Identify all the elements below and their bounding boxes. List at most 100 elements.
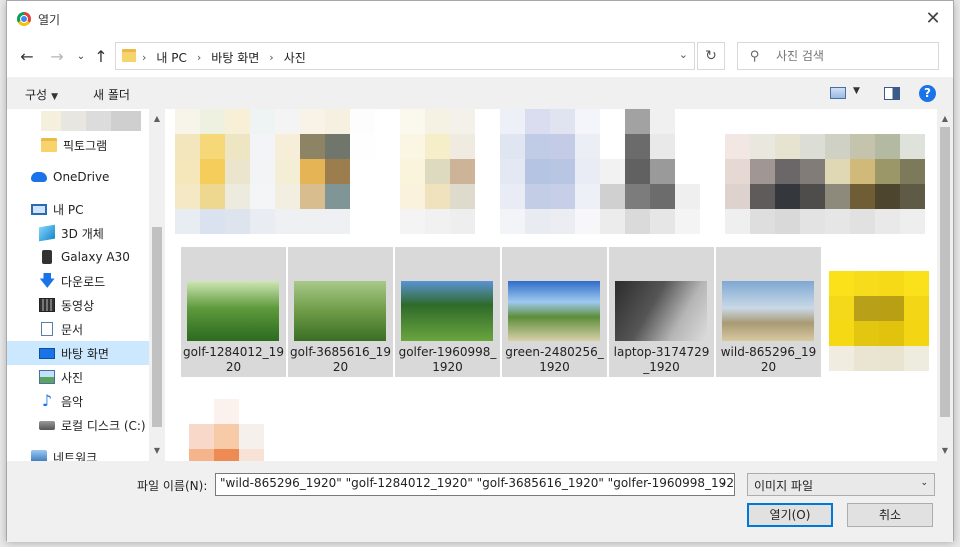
sidebar-item-documents[interactable]: 문서 (7, 317, 149, 341)
sidebar-item-network[interactable]: 네트워크 (7, 445, 149, 461)
breadcrumb: › 내 PC › 바탕 화면 › 사진 (142, 49, 306, 66)
sidebar-item-videos[interactable]: 동영상 (7, 293, 149, 317)
file-name: green-2480256_1920 (505, 345, 604, 374)
scroll-down-icon[interactable]: ▼ (937, 443, 953, 459)
open-button[interactable]: 열기(O) (747, 503, 833, 527)
filetype-select[interactable]: 이미지 파일 ⌄ (747, 473, 935, 496)
chevron-right-icon: › (269, 51, 274, 64)
organize-button[interactable]: 구성 ▼ (25, 86, 58, 103)
filename-label: 파일 이름(N): (137, 479, 208, 493)
sidebar-scrollbar[interactable]: ▲ ▼ (149, 109, 165, 461)
view-mode-icon[interactable] (830, 87, 846, 99)
chevron-right-icon: › (142, 51, 147, 64)
sidebar-item-label: 다운로드 (61, 274, 106, 289)
help-icon[interactable]: ? (919, 85, 936, 102)
sidebar-item-label: 사진 (61, 370, 84, 385)
file-name: golf-1284012_1920 (183, 345, 284, 374)
cloud-icon (31, 172, 47, 182)
sidebar-item-pictures[interactable]: 사진 (7, 365, 149, 389)
organize-label: 구성 (25, 88, 48, 102)
file-thumbnail (615, 281, 707, 341)
breadcrumb-desktop[interactable]: 바탕 화면 (211, 49, 259, 66)
caret-down-icon: ▼ (51, 92, 59, 102)
blurred-thumbnail[interactable] (600, 109, 700, 234)
sidebar-item-my-pc[interactable]: 내 PC (7, 197, 149, 221)
file-item[interactable]: laptop-3174729_1920 (609, 247, 714, 377)
search-box[interactable]: ⚲ (737, 42, 939, 70)
caret-down-icon[interactable]: ▼ (853, 86, 860, 96)
chevron-down-icon[interactable]: ⌄ (679, 48, 688, 61)
chevron-right-icon: › (196, 51, 202, 64)
sidebar-item-label: 음악 (61, 394, 84, 409)
sidebar-item-label: 내 PC (53, 202, 84, 217)
preview-pane-icon[interactable] (884, 87, 900, 100)
sidebar-item-desktop[interactable]: 바탕 화면 (7, 341, 149, 365)
blurred-thumbnail[interactable] (175, 109, 375, 234)
close-icon[interactable]: ✕ (921, 7, 945, 31)
forward-arrow-icon[interactable]: → (47, 47, 67, 67)
address-bar[interactable]: › 내 PC › 바탕 화면 › 사진 ⌄ (115, 42, 695, 70)
picture-icon (39, 370, 55, 384)
blurred-thumbnail[interactable] (829, 271, 929, 371)
cancel-button[interactable]: 취소 (847, 503, 933, 527)
file-name: golfer-1960998_1920 (398, 345, 497, 374)
sidebar-item-label: Galaxy A30 (61, 250, 130, 264)
sidebar-item-onedrive[interactable]: OneDrive (7, 165, 149, 189)
refresh-button[interactable]: ↻ (697, 42, 725, 70)
breadcrumb-my-pc[interactable]: 내 PC (156, 49, 186, 66)
cube-icon (39, 224, 55, 242)
folder-icon (122, 49, 136, 62)
blurred-thumbnail[interactable] (400, 109, 500, 234)
scroll-thumb[interactable] (152, 227, 162, 427)
window-title: 열기 (38, 13, 61, 27)
filetype-value: 이미지 파일 (754, 479, 814, 493)
file-thumbnail (294, 281, 386, 341)
search-icon: ⚲ (750, 49, 760, 64)
back-arrow-icon[interactable]: ← (17, 47, 37, 67)
chrome-icon (17, 12, 31, 26)
up-arrow-icon[interactable]: ↑ (91, 47, 111, 67)
breadcrumb-pictures[interactable]: 사진 (284, 49, 306, 66)
navigation-pane: 픽토그램 OneDrive 내 PC 3D 개체 Galaxy A30 🡇 다운… (7, 109, 149, 461)
file-item[interactable]: golf-1284012_1920 (181, 247, 286, 377)
sidebar-item-partial[interactable] (7, 109, 149, 133)
content-scrollbar[interactable]: ▲ ▼ (937, 109, 953, 461)
blurred-thumbnail[interactable] (189, 399, 289, 461)
scroll-down-icon[interactable]: ▼ (149, 443, 165, 459)
scroll-up-icon[interactable]: ▲ (149, 111, 165, 127)
new-folder-button[interactable]: 새 폴더 (93, 86, 130, 103)
file-item[interactable]: green-2480256_1920 (502, 247, 607, 377)
file-item[interactable]: wild-865296_1920 (716, 247, 821, 377)
file-thumbnail (187, 281, 279, 341)
command-toolbar: 구성 ▼ 새 폴더 ▼ ? (7, 77, 953, 109)
sidebar-item-pictograms[interactable]: 픽토그램 (7, 133, 149, 157)
sidebar-item-music[interactable]: ♪ 음악 (7, 389, 149, 413)
sidebar-item-3d-objects[interactable]: 3D 개체 (7, 221, 149, 245)
search-input[interactable] (776, 48, 926, 64)
navigation-bar: ← → ⌄ ↑ › 내 PC › 바탕 화면 › 사진 ⌄ ↻ ⚲ (7, 37, 953, 77)
network-icon (31, 450, 47, 461)
sidebar-item-galaxy[interactable]: Galaxy A30 (7, 245, 149, 269)
blurred-thumbnail[interactable] (500, 109, 600, 234)
sidebar-item-local-disk[interactable]: 로컬 디스크 (C:) (7, 413, 149, 437)
phone-icon (42, 250, 52, 264)
sidebar-item-label: 로컬 디스크 (C:) (61, 418, 146, 433)
music-icon: ♪ (41, 391, 53, 410)
file-item[interactable]: golf-3685616_1920 (288, 247, 393, 377)
recent-dropdown-icon[interactable]: ⌄ (71, 47, 91, 67)
file-thumbnail (722, 281, 814, 341)
blurred-thumbnail[interactable] (725, 134, 925, 234)
sidebar-item-label: 바탕 화면 (61, 346, 109, 361)
file-name: wild-865296_1920 (720, 345, 817, 374)
scroll-up-icon[interactable]: ▲ (937, 111, 953, 127)
scroll-thumb[interactable] (940, 127, 950, 417)
film-icon (39, 298, 55, 312)
file-item[interactable]: golfer-1960998_1920 (395, 247, 500, 377)
chevron-down-icon[interactable]: ⌄ (719, 478, 727, 488)
filename-input[interactable]: "wild-865296_1920" "golf-1284012_1920" "… (215, 473, 735, 496)
sidebar-item-downloads[interactable]: 🡇 다운로드 (7, 269, 149, 293)
dialog-footer: 파일 이름(N): "wild-865296_1920" "golf-12840… (7, 461, 953, 542)
desktop-icon (39, 347, 55, 359)
file-name: laptop-3174729_1920 (613, 345, 710, 374)
disk-icon (39, 420, 55, 430)
